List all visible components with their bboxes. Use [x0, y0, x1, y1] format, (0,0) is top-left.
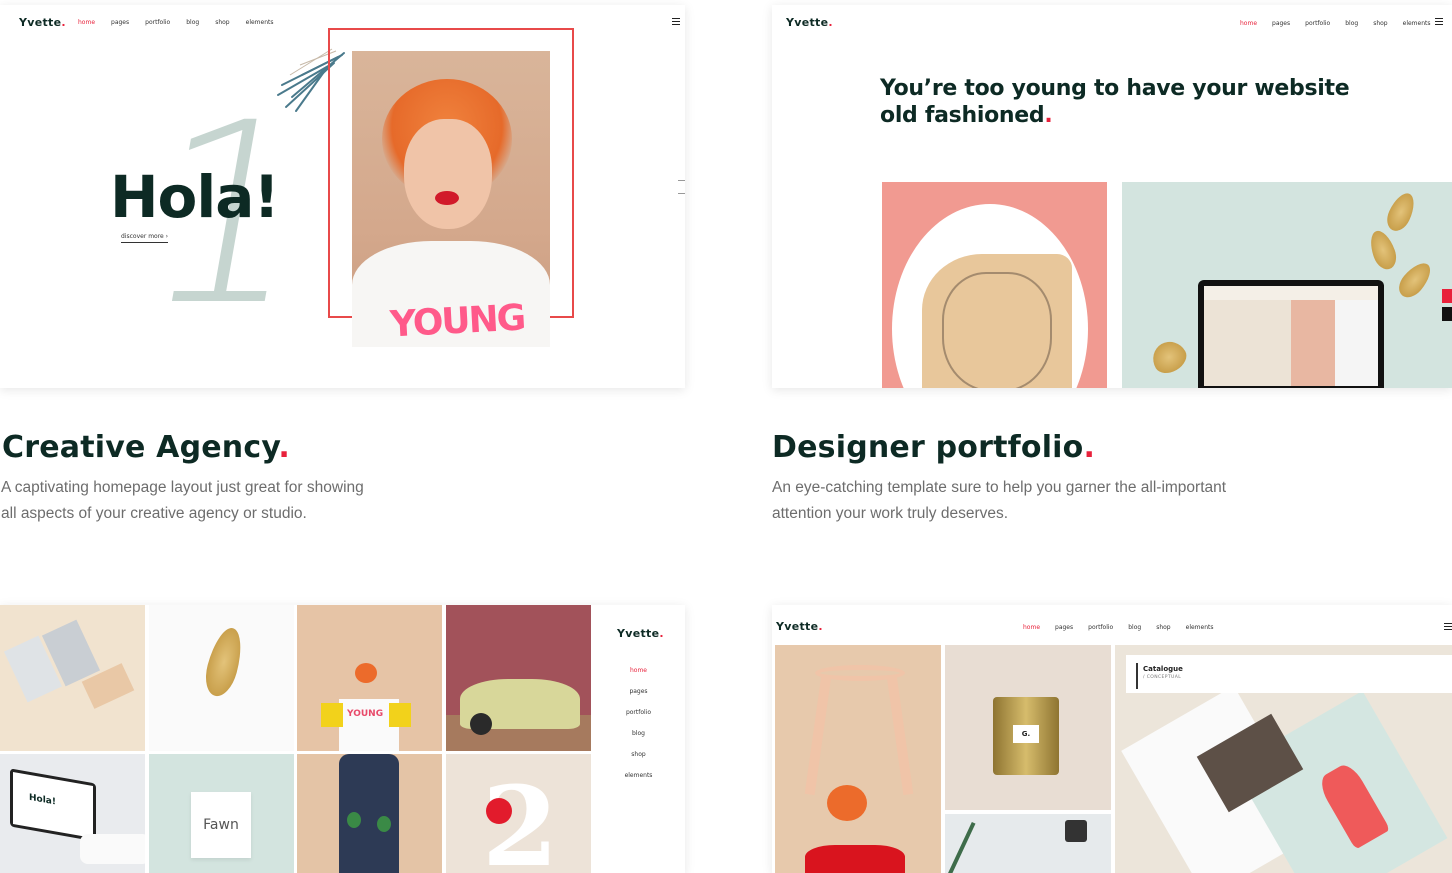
preview-logo: Yvette.: [786, 16, 833, 29]
nav-home: home: [629, 667, 647, 674]
nav-shop: shop: [631, 751, 646, 758]
menu-icon: [672, 18, 680, 25]
catalogue-portfolio-preview[interactable]: Yvette. home pages portfolio blog shop e…: [772, 605, 1452, 873]
laptop-image: Hola!: [0, 754, 145, 873]
laptop-screen-text: Hola!: [29, 792, 56, 808]
nav-portfolio: portfolio: [1305, 20, 1331, 27]
jeans-image: [297, 754, 442, 873]
nav-shop: shop: [1156, 624, 1171, 631]
preview-logo: Yvette.: [19, 16, 66, 29]
nav-blog: blog: [1345, 20, 1359, 27]
hero-headline: You’re too young to have your website ol…: [880, 76, 1350, 128]
nav-home: home: [78, 19, 96, 26]
laptop: [1198, 280, 1384, 388]
nav-elements: elements: [1185, 624, 1214, 631]
nav-blog: blog: [186, 19, 200, 26]
menu-icon: [1435, 18, 1443, 25]
nav-portfolio: portfolio: [625, 709, 652, 716]
demo-title-designer-portfolio[interactable]: Designer portfolio.: [772, 430, 1095, 465]
creative-agency-preview[interactable]: Yvette. home pages portfolio blog shop e…: [0, 5, 685, 388]
catalogue-subtitle: / CONCEPTUAL: [1143, 675, 1182, 680]
nav-pages: pages: [1272, 20, 1291, 27]
discover-more-link: discover more ›: [121, 233, 169, 243]
shirt-text: YOUNG: [389, 297, 526, 346]
vertical-nav: home pages portfolio blog shop elements: [592, 667, 685, 779]
preview-nav: home pages portfolio blog shop elements: [1023, 624, 1214, 631]
woman-with-cups-image: YOUNG: [297, 605, 442, 751]
stretching-woman-image: [775, 645, 941, 873]
catalogue-title: Catalogue: [1143, 665, 1183, 673]
nav-pages: pages: [629, 688, 648, 695]
nav-elements: elements: [624, 772, 653, 779]
preview-nav: home pages portfolio blog shop elements: [78, 19, 274, 26]
shirt-text: YOUNG: [347, 709, 384, 719]
gold-tin-image: G.: [945, 645, 1111, 810]
nav-shop: shop: [1373, 20, 1388, 27]
nav-blog: blog: [632, 730, 645, 737]
demo-description-designer-portfolio: An eye-catching template sure to help yo…: [772, 479, 1227, 522]
menu-icon: [1444, 623, 1452, 630]
nav-portfolio: portfolio: [1088, 624, 1114, 631]
portrait-image: YOUNG: [352, 51, 550, 347]
nav-pages: pages: [1055, 624, 1074, 631]
nav-elements: elements: [245, 19, 274, 26]
preview-nav: home pages portfolio blog shop elements: [1240, 20, 1431, 27]
nav-elements: elements: [1402, 20, 1431, 27]
business-cards-image: [0, 605, 145, 751]
catalogue-label-box: Catalogue / CONCEPTUAL: [1126, 655, 1452, 693]
nav-portfolio: portfolio: [145, 19, 171, 26]
nav-pages: pages: [111, 19, 130, 26]
scroll-indicator-icon: [678, 180, 685, 194]
laptop-mockup-image: [1122, 182, 1452, 388]
designer-portfolio-preview[interactable]: Yvette. home pages portfolio blog shop e…: [772, 5, 1452, 388]
illustration-image: [882, 182, 1107, 388]
demo-title-creative-agency[interactable]: Creative Agency.: [2, 430, 290, 465]
hero-heading: Hola!: [110, 163, 280, 231]
number-two-image: 2: [446, 754, 591, 873]
tin-label: G.: [1013, 725, 1039, 743]
plant-clips-image: [945, 814, 1111, 873]
fawn-label: Fawn: [191, 792, 251, 858]
side-tab-icon[interactable]: [1442, 289, 1452, 303]
nav-home: home: [1023, 624, 1041, 631]
preview-logo: Yvette.: [776, 620, 823, 633]
grid-portfolio-preview[interactable]: YOUNG Hola! Fawn 2 Yvette. home pages po…: [0, 605, 685, 873]
side-tab-icon[interactable]: [1442, 307, 1452, 321]
nav-home: home: [1240, 20, 1258, 27]
gold-leaf-image: [149, 605, 294, 751]
demo-description-creative-agency: A captivating homepage layout just great…: [1, 479, 364, 522]
vertical-sidebar: Yvette. home pages portfolio blog shop e…: [592, 605, 685, 873]
preview-logo: Yvette.: [617, 627, 664, 640]
fawn-card-image: Fawn: [149, 754, 294, 873]
nav-shop: shop: [215, 19, 230, 26]
vintage-car-image: [446, 605, 591, 751]
nav-blog: blog: [1128, 624, 1142, 631]
